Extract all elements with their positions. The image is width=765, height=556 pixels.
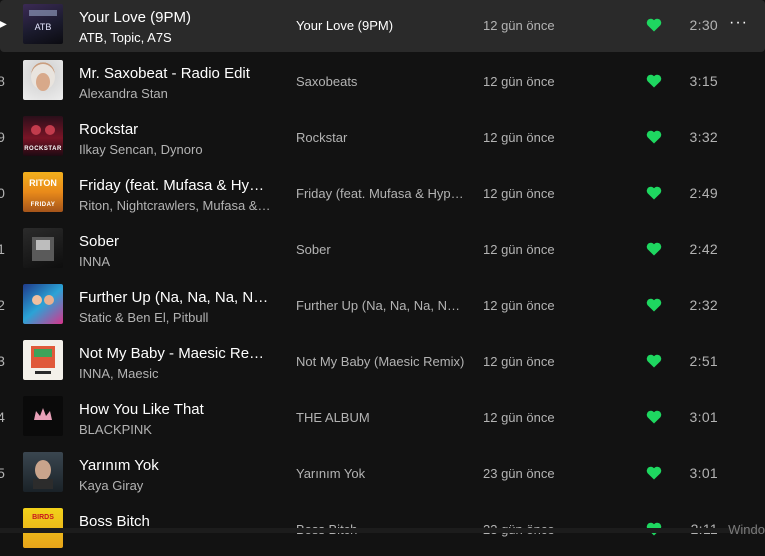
heart-icon[interactable] bbox=[646, 73, 662, 89]
track-date-added: 12 gün önce bbox=[483, 18, 555, 33]
heart-icon[interactable] bbox=[646, 353, 662, 369]
cover-art-icon bbox=[34, 408, 52, 420]
track-date-added: 12 gün önce bbox=[483, 130, 555, 145]
heart-icon[interactable] bbox=[646, 185, 662, 201]
track-index: 8 bbox=[0, 73, 5, 89]
heart-icon[interactable] bbox=[646, 17, 662, 33]
track-title[interactable]: Sober bbox=[79, 232, 271, 251]
heart-icon[interactable] bbox=[646, 297, 662, 313]
heart-icon[interactable] bbox=[646, 241, 662, 257]
heart-icon[interactable] bbox=[646, 409, 662, 425]
track-artist[interactable]: Riton, Nightcrawlers, Mufasa & Hypeman bbox=[79, 197, 271, 214]
track-title[interactable]: How You Like That bbox=[79, 400, 271, 419]
track-album[interactable]: Friday (feat. Mufasa & Hypeman) bbox=[296, 185, 466, 202]
track-index: 3 bbox=[0, 353, 5, 369]
cover-art-icon: ATB bbox=[29, 10, 57, 32]
track-album[interactable]: Yarınım Yok bbox=[296, 465, 466, 482]
track-artist[interactable]: INNA, Maesic bbox=[79, 365, 271, 382]
album-cover-icon bbox=[23, 60, 63, 100]
track-album[interactable]: Rockstar bbox=[296, 129, 466, 146]
track-artist[interactable]: Kaya Giray bbox=[79, 477, 271, 494]
svg-text:ATB: ATB bbox=[35, 22, 52, 32]
heart-icon[interactable] bbox=[646, 129, 662, 145]
track-row[interactable]: 3 Not My Baby - Maesic Remix INNA, Maesi… bbox=[0, 336, 765, 388]
svg-text:RITON: RITON bbox=[29, 178, 57, 188]
windows-activation-watermark: Windo bbox=[728, 522, 765, 537]
track-date-added: 12 gün önce bbox=[483, 298, 555, 313]
album-cover-icon bbox=[23, 452, 63, 492]
track-duration: 3:01 bbox=[689, 465, 718, 481]
album-cover-icon: ROCKSTAR bbox=[23, 116, 63, 156]
horizontal-scrollbar[interactable] bbox=[0, 528, 765, 533]
cover-text: FRIDAY bbox=[30, 202, 56, 208]
album-cover-icon bbox=[23, 284, 63, 324]
track-artist[interactable]: Alexandra Stan bbox=[79, 85, 271, 102]
cover-art-icon bbox=[32, 295, 54, 305]
track-artist[interactable]: BLACKPINK bbox=[79, 421, 271, 438]
track-duration: 2:30 bbox=[689, 17, 718, 33]
track-row[interactable]: 0 RITON FRIDAY Friday (feat. Mufasa & Hy… bbox=[0, 168, 765, 220]
track-duration: 2:51 bbox=[689, 353, 718, 369]
track-album[interactable]: Saxobeats bbox=[296, 73, 466, 90]
track-album[interactable]: Further Up (Na, Na, Na, Na, Na) bbox=[296, 297, 466, 314]
track-index: 9 bbox=[0, 129, 5, 145]
track-row[interactable]: 4 How You Like That BLACKPINK THE ALBUM … bbox=[0, 392, 765, 444]
track-album[interactable]: THE ALBUM bbox=[296, 409, 466, 426]
album-cover-icon: ATB bbox=[23, 4, 63, 44]
track-artist[interactable]: Ilkay Sencan, Dynoro bbox=[79, 141, 271, 158]
track-duration: 2:32 bbox=[689, 297, 718, 313]
heart-icon[interactable] bbox=[646, 465, 662, 481]
track-album[interactable]: Not My Baby (Maesic Remix) bbox=[296, 353, 466, 370]
track-row[interactable]: 2 Further Up (Na, Na, Na, Na, Na) Static… bbox=[0, 280, 765, 332]
track-date-added: 12 gün önce bbox=[483, 242, 555, 257]
track-row[interactable]: ▶ ATB Your Love (9PM) ATB, Topic, A7S Yo… bbox=[0, 0, 765, 52]
track-index: 4 bbox=[0, 409, 5, 425]
track-date-added: 23 gün önce bbox=[483, 466, 555, 481]
track-duration: 2:42 bbox=[689, 241, 718, 257]
cover-art-icon bbox=[31, 346, 55, 374]
track-artist[interactable]: Static & Ben El, Pitbull bbox=[79, 309, 271, 326]
svg-text:BIRDS: BIRDS bbox=[32, 514, 54, 521]
track-album[interactable]: Your Love (9PM) bbox=[296, 17, 466, 34]
cover-art-icon bbox=[33, 460, 53, 489]
album-cover-icon bbox=[23, 396, 63, 436]
track-title[interactable]: Further Up (Na, Na, Na, Na, Na) bbox=[79, 288, 271, 307]
track-duration: 3:32 bbox=[689, 129, 718, 145]
play-icon[interactable]: ▶ bbox=[0, 15, 8, 35]
track-duration: 3:01 bbox=[689, 409, 718, 425]
track-title[interactable]: Your Love (9PM) bbox=[79, 8, 271, 27]
track-title[interactable]: Not My Baby - Maesic Remix bbox=[79, 344, 271, 363]
track-index: 5 bbox=[0, 465, 5, 481]
track-duration: 2:49 bbox=[689, 185, 718, 201]
cover-art-icon bbox=[32, 237, 54, 261]
track-row[interactable]: 8 Mr. Saxobeat - Radio Edit Alexandra St… bbox=[0, 56, 765, 108]
track-date-added: 12 gün önce bbox=[483, 354, 555, 369]
track-date-added: 12 gün önce bbox=[483, 74, 555, 89]
track-row[interactable]: 5 Yarınım Yok Kaya Giray Yarınım Yok 23 … bbox=[0, 448, 765, 500]
track-date-added: 12 gün önce bbox=[483, 186, 555, 201]
cover-text: ROCKSTAR bbox=[24, 146, 62, 152]
track-duration: 3:15 bbox=[689, 73, 718, 89]
track-index: 0 bbox=[0, 185, 5, 201]
track-artist[interactable]: ATB, Topic, A7S bbox=[79, 29, 271, 46]
more-options-icon[interactable]: ··· bbox=[729, 13, 749, 33]
track-index: 2 bbox=[0, 297, 5, 313]
track-artist[interactable]: INNA bbox=[79, 253, 271, 270]
cover-art-icon bbox=[31, 64, 55, 91]
track-title[interactable]: Mr. Saxobeat - Radio Edit bbox=[79, 64, 271, 83]
track-album[interactable]: Sober bbox=[296, 241, 466, 258]
track-title[interactable]: Rockstar bbox=[79, 120, 271, 139]
album-cover-icon: RITON FRIDAY bbox=[23, 172, 63, 212]
album-cover-icon bbox=[23, 228, 63, 268]
track-index: 1 bbox=[0, 241, 5, 257]
track-row[interactable]: 1 Sober INNA Sober 12 gün önce 2:42 bbox=[0, 224, 765, 276]
track-title[interactable]: Yarınım Yok bbox=[79, 456, 271, 475]
album-cover-icon bbox=[23, 340, 63, 380]
track-date-added: 12 gün önce bbox=[483, 410, 555, 425]
track-row[interactable]: 9 ROCKSTAR Rockstar Ilkay Sencan, Dynoro… bbox=[0, 112, 765, 164]
track-title[interactable]: Friday (feat. Mufasa & Hypeman) - Dopami… bbox=[79, 176, 271, 195]
